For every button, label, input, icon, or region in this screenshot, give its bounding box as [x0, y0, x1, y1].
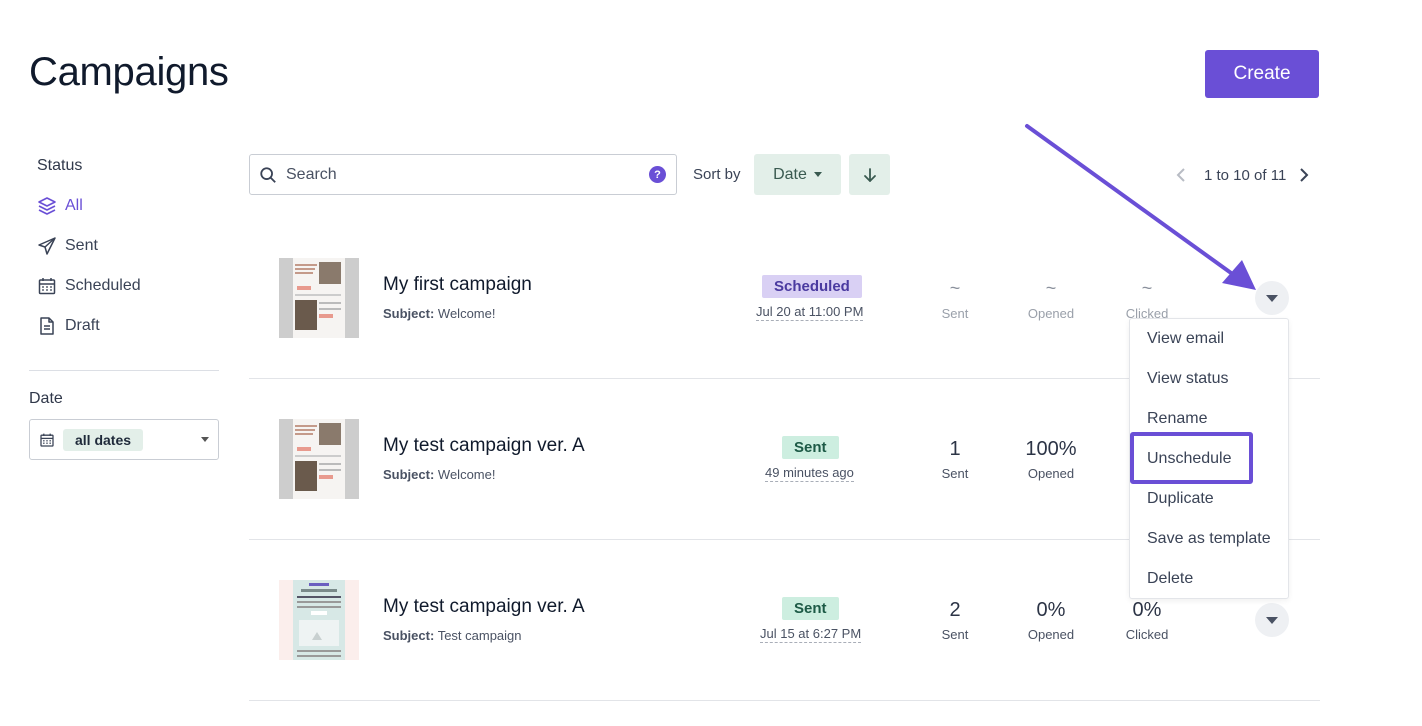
sidebar-item-sent[interactable]: Sent — [37, 234, 98, 258]
opened-metric: 0% Opened — [1027, 599, 1075, 642]
sort-value: Date — [773, 165, 807, 183]
menu-item-save-as-template[interactable]: Save as template — [1147, 530, 1271, 548]
layers-icon — [37, 196, 57, 216]
sidebar-item-label: Scheduled — [65, 277, 141, 294]
campaign-name[interactable]: My test campaign ver. A — [383, 596, 585, 618]
caret-down-icon — [1266, 616, 1278, 624]
help-icon[interactable]: ? — [649, 166, 666, 183]
chevron-down-icon — [201, 437, 209, 442]
caret-down-icon — [1266, 294, 1278, 302]
sidebar-item-all[interactable]: All — [37, 194, 83, 218]
menu-item-delete[interactable]: Delete — [1147, 570, 1193, 588]
status-badge: Scheduled — [762, 275, 862, 298]
menu-item-rename[interactable]: Rename — [1147, 410, 1207, 428]
caret-down-icon — [813, 172, 822, 177]
clicked-metric: 0% Clicked — [1125, 599, 1169, 642]
sent-metric: 1 Sent — [941, 438, 969, 481]
calendar-icon — [37, 276, 57, 296]
pagination: 1 to 10 of 11 — [1172, 164, 1313, 186]
campaign-name[interactable]: My first campaign — [383, 274, 532, 296]
campaign-subject: Subject: Welcome! — [383, 467, 496, 482]
search-input[interactable] — [286, 165, 649, 184]
sort-dropdown[interactable]: Date — [754, 154, 841, 195]
campaign-time: Jul 15 at 6:27 PM — [760, 626, 862, 643]
row-menu-button[interactable] — [1255, 281, 1289, 315]
clicked-metric: ~ Clicked — [1125, 278, 1169, 321]
sidebar-item-draft[interactable]: Draft — [37, 314, 100, 338]
menu-item-view-email[interactable]: View email — [1147, 330, 1224, 348]
document-icon — [37, 316, 57, 336]
opened-metric: 100% Opened — [1025, 438, 1077, 481]
sent-metric: 2 Sent — [941, 599, 969, 642]
status-badge: Sent — [782, 597, 839, 620]
sent-metric: ~ Sent — [941, 278, 969, 321]
prev-page-icon[interactable] — [1172, 167, 1190, 183]
campaign-name[interactable]: My test campaign ver. A — [383, 435, 585, 457]
date-filter-select[interactable]: all dates — [29, 419, 219, 460]
sidebar-item-label: Draft — [65, 317, 100, 334]
campaign-subject: Subject: Test campaign — [383, 628, 522, 643]
sidebar-divider — [29, 370, 219, 371]
sort-order-button[interactable] — [849, 154, 890, 195]
date-filter-value: all dates — [63, 428, 144, 451]
status-heading: Status — [37, 157, 83, 174]
status-badge: Sent — [782, 436, 839, 459]
calendar-icon — [39, 432, 55, 448]
sidebar-item-scheduled[interactable]: Scheduled — [37, 274, 141, 298]
email-thumbnail — [279, 580, 359, 660]
campaign-time: 49 minutes ago — [765, 465, 854, 482]
next-page-icon[interactable] — [1295, 167, 1313, 183]
page-title: Campaigns — [29, 50, 229, 94]
row-divider — [249, 700, 1320, 701]
sidebar-item-label: Sent — [65, 237, 98, 254]
unschedule-highlight — [1130, 432, 1253, 484]
search-box[interactable]: ? — [249, 154, 677, 195]
campaign-subject: Subject: Welcome! — [383, 306, 496, 321]
sort-label: Sort by — [693, 166, 741, 183]
create-button[interactable]: Create — [1205, 50, 1319, 98]
campaign-time: Jul 20 at 11:00 PM — [756, 304, 864, 321]
row-menu-button[interactable] — [1255, 603, 1289, 637]
email-thumbnail — [279, 258, 359, 338]
opened-metric: ~ Opened — [1027, 278, 1075, 321]
menu-item-view-status[interactable]: View status — [1147, 370, 1229, 388]
arrow-down-icon — [862, 167, 878, 183]
pagination-text: 1 to 10 of 11 — [1204, 166, 1287, 184]
menu-item-duplicate[interactable]: Duplicate — [1147, 490, 1214, 508]
paper-plane-icon — [37, 236, 57, 256]
email-thumbnail — [279, 419, 359, 499]
sidebar-item-label: All — [65, 197, 83, 214]
search-icon — [250, 166, 286, 184]
date-heading: Date — [29, 390, 63, 407]
